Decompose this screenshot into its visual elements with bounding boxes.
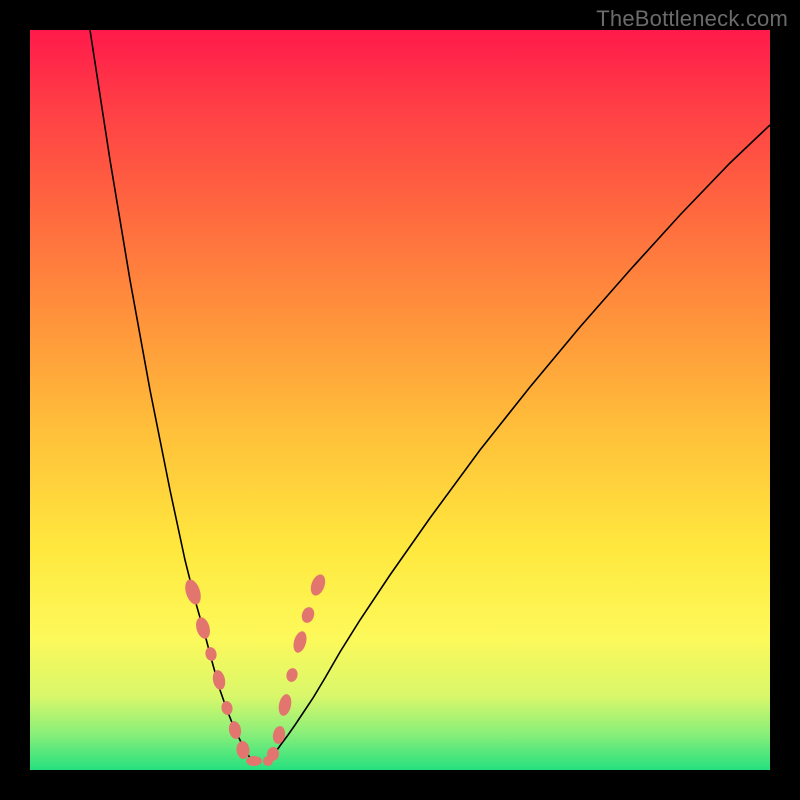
bead <box>220 700 233 716</box>
bead <box>228 720 243 740</box>
bead <box>182 577 203 606</box>
bead <box>194 616 213 641</box>
curve-right <box>270 125 770 760</box>
bead <box>308 572 328 597</box>
chart-frame <box>30 30 770 770</box>
bead <box>300 606 316 625</box>
bead <box>204 646 218 662</box>
curve-left <box>90 30 252 760</box>
bead-group <box>182 572 328 766</box>
bead <box>236 740 251 759</box>
plot-svg <box>30 30 770 770</box>
bead <box>272 725 287 745</box>
bead <box>285 667 299 683</box>
watermark-text: TheBottleneck.com <box>596 6 788 32</box>
bead <box>263 756 273 766</box>
bead <box>291 630 309 654</box>
bead <box>211 669 227 691</box>
bead <box>246 756 262 766</box>
bead <box>277 693 293 717</box>
